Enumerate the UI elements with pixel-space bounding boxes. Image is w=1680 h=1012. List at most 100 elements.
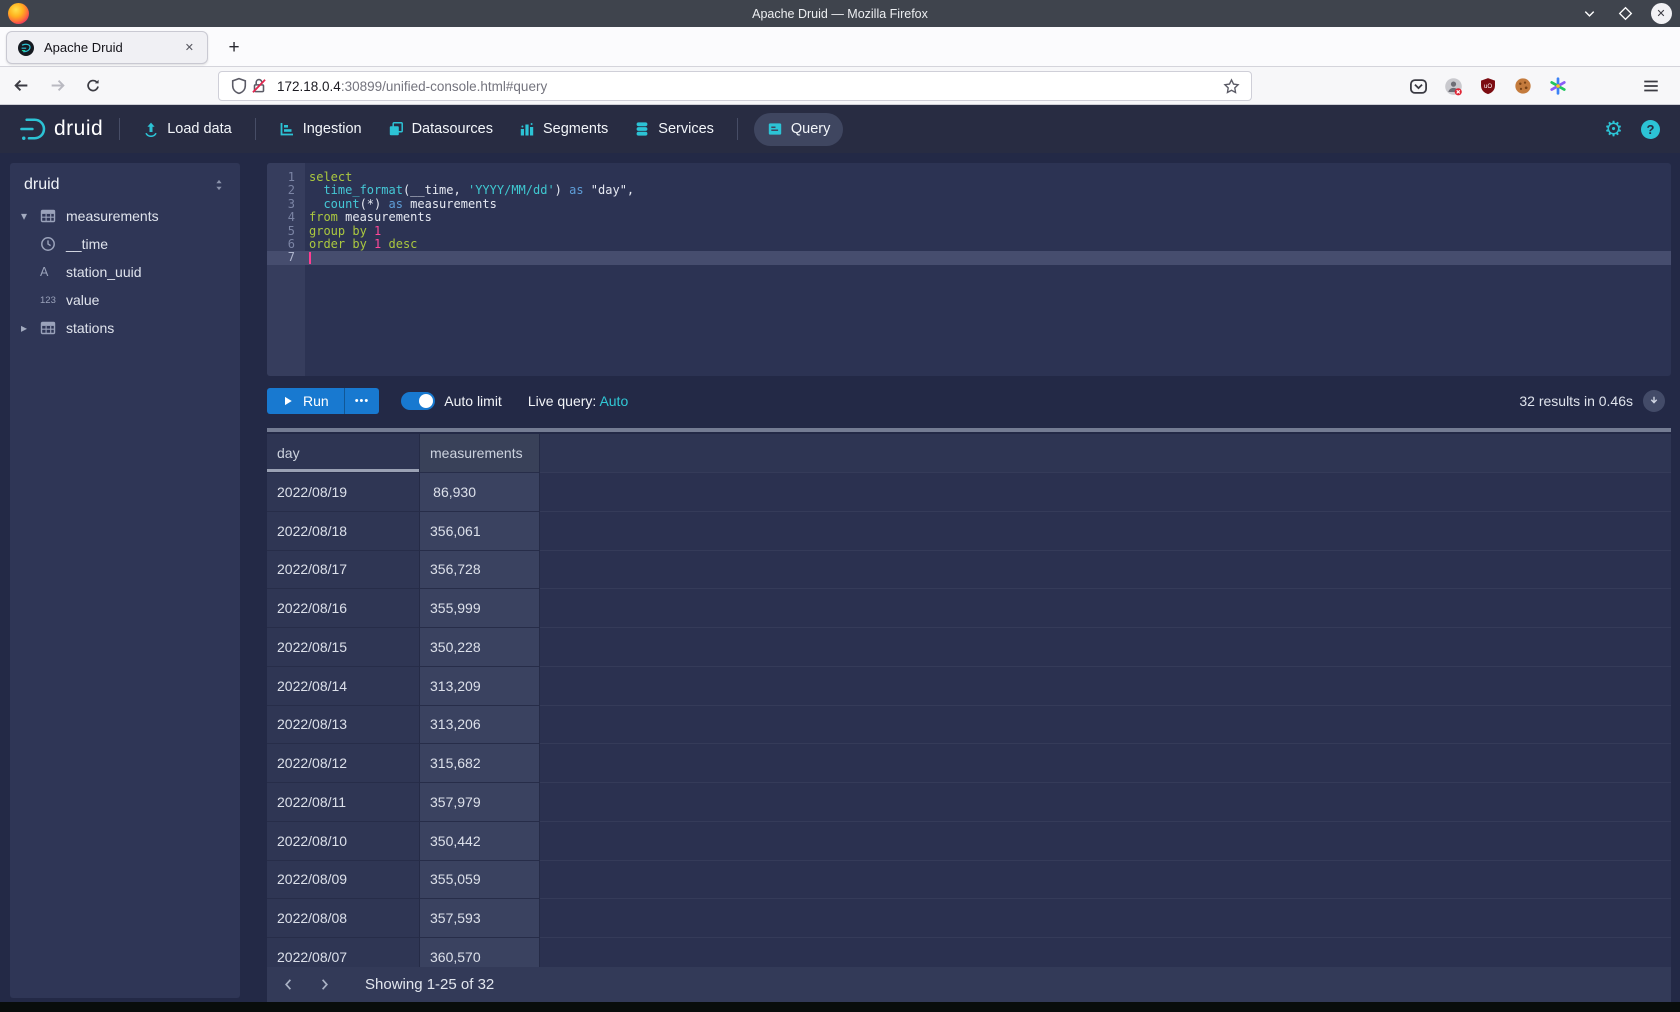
window-maximize-icon[interactable] — [1614, 3, 1636, 25]
code-line: order by 1 desc — [305, 238, 1671, 251]
url-bar[interactable]: 172.18.0.4:30899/unified-console.html#qu… — [218, 71, 1252, 101]
cell-measurements[interactable]: 356,728 — [420, 551, 540, 590]
forward-icon[interactable] — [42, 71, 72, 101]
browser-titlebar: Apache Druid — Mozilla Firefox ✕ — [0, 0, 1680, 27]
double-caret-icon[interactable] — [212, 178, 226, 192]
browser-tab[interactable]: Apache Druid ✕ — [6, 31, 208, 64]
download-icon[interactable] — [1643, 390, 1665, 412]
back-icon[interactable] — [6, 71, 36, 101]
chevron-down-icon[interactable]: ▾ — [21, 209, 40, 223]
prev-page-icon[interactable] — [273, 970, 303, 1000]
nav-item-label: Load data — [167, 121, 232, 137]
table-row: 2022/08/08357,593 — [267, 899, 1671, 938]
sql-editor[interactable]: 1234567 select time_format(__time, 'YYYY… — [267, 163, 1671, 376]
cell-day[interactable]: 2022/08/10 — [267, 822, 420, 861]
sparkle-icon[interactable] — [1548, 76, 1568, 96]
cell-measurements[interactable]: 357,593 — [420, 899, 540, 938]
tab-close-icon[interactable]: ✕ — [181, 39, 198, 56]
insecure-lock-icon[interactable] — [249, 76, 269, 96]
run-button[interactable]: Run — [267, 388, 344, 414]
cell-day[interactable]: 2022/08/07 — [267, 938, 420, 967]
nav-items: Load data Ingestion Datasources Segments Ser… — [109, 105, 849, 153]
play-icon — [282, 395, 294, 407]
cell-day[interactable]: 2022/08/16 — [267, 589, 420, 628]
cell-measurements[interactable]: 350,442 — [420, 822, 540, 861]
cell-day[interactable]: 2022/08/17 — [267, 551, 420, 590]
shield-icon[interactable] — [229, 76, 249, 96]
table-row: 2022/08/09355,059 — [267, 861, 1671, 900]
window-close-icon[interactable]: ✕ — [1650, 3, 1672, 25]
cell-measurements[interactable]: 355,059 — [420, 861, 540, 900]
schema-tree: ▾ measurements __timeAstation_uuid123value… — [10, 202, 240, 342]
nav-item-ingestion[interactable]: Ingestion — [266, 105, 375, 153]
ublock-icon[interactable]: uO — [1478, 76, 1498, 96]
nav-item-load-data[interactable]: Load data — [130, 105, 245, 153]
help-icon[interactable]: ? — [1641, 120, 1660, 139]
cell-measurements[interactable]: 360,570 — [420, 938, 540, 967]
cell-measurements[interactable]: 315,682 — [420, 744, 540, 783]
cell-day[interactable]: 2022/08/13 — [267, 706, 420, 745]
results-table: daymeasurements2022/08/1986,9302022/08/1… — [267, 434, 1671, 967]
cookie-icon[interactable] — [1513, 76, 1533, 96]
reload-icon[interactable] — [78, 71, 108, 101]
cell-day[interactable]: 2022/08/11 — [267, 783, 420, 822]
cell-day[interactable]: 2022/08/09 — [267, 861, 420, 900]
nav-item-label: Datasources — [412, 121, 493, 137]
live-query-label[interactable]: Live query: Auto — [528, 393, 628, 409]
cell-measurements[interactable]: 86,930 — [420, 473, 540, 512]
druid-brand[interactable]: druid — [12, 114, 109, 144]
druid-favicon-icon — [16, 38, 36, 58]
upload-icon — [143, 121, 159, 137]
cell-measurements[interactable]: 313,209 — [420, 667, 540, 706]
code-line: group by 1 — [305, 225, 1671, 238]
druid-brand-text: druid — [54, 117, 103, 141]
cell-day[interactable]: 2022/08/15 — [267, 628, 420, 667]
nav-item-label: Services — [658, 121, 714, 137]
schema-header: druid — [10, 163, 240, 202]
text-cursor — [309, 252, 311, 264]
sidebar-item-value[interactable]: 123value — [10, 286, 240, 314]
cell-measurements[interactable]: 350,228 — [420, 628, 540, 667]
nav-item-services[interactable]: Services — [621, 105, 727, 153]
auto-limit-toggle[interactable] — [401, 392, 435, 410]
bookmark-star-icon[interactable] — [1221, 76, 1241, 96]
pocket-icon[interactable] — [1408, 76, 1428, 96]
cell-day[interactable]: 2022/08/14 — [267, 667, 420, 706]
cell-day[interactable]: 2022/08/08 — [267, 899, 420, 938]
sidebar-item-stations[interactable]: ▸stations — [10, 314, 240, 342]
table-row: 2022/08/16355,999 — [267, 589, 1671, 628]
run-more-button[interactable]: ••• — [344, 388, 380, 414]
chevron-right-icon[interactable]: ▸ — [21, 321, 40, 335]
cell-measurements[interactable]: 313,206 — [420, 706, 540, 745]
cell-filler — [540, 589, 1671, 628]
cell-day[interactable]: 2022/08/12 — [267, 744, 420, 783]
next-page-icon[interactable] — [309, 970, 339, 1000]
extension-icons: uO — [1408, 67, 1568, 105]
cell-day[interactable]: 2022/08/18 — [267, 512, 420, 551]
sidebar-item-measurements[interactable]: ▾ measurements — [10, 202, 240, 230]
window-chevron-down-icon[interactable] — [1578, 3, 1600, 25]
cell-day[interactable]: 2022/08/19 — [267, 473, 420, 512]
column-header-measurements[interactable]: measurements — [420, 434, 540, 473]
hamburger-menu-icon[interactable] — [1636, 71, 1666, 101]
new-tab-button[interactable]: + — [220, 35, 248, 61]
cell-measurements[interactable]: 356,061 — [420, 512, 540, 551]
extension-disabled-icon[interactable] — [1443, 76, 1463, 96]
svg-text:uO: uO — [1484, 84, 1492, 90]
line-number: 2 — [267, 184, 305, 197]
nav-item-datasources[interactable]: Datasources — [375, 105, 506, 153]
panel-splitter[interactable] — [267, 428, 1671, 432]
cell-measurements[interactable]: 355,999 — [420, 589, 540, 628]
column-header-day[interactable]: day — [267, 434, 420, 473]
table-row: 2022/08/13313,206 — [267, 706, 1671, 745]
sidebar-item-station_uuid[interactable]: Astation_uuid — [10, 258, 240, 286]
code-line: select — [305, 171, 1671, 184]
settings-gear-icon[interactable]: ⚙ — [1604, 119, 1623, 140]
nav-item-query[interactable]: Query — [754, 113, 844, 146]
line-number: 3 — [267, 198, 305, 211]
schema-sidebar: druid ▾ measurements __timeAstation_uuid12… — [10, 163, 240, 998]
sidebar-item-__time[interactable]: __time — [10, 230, 240, 258]
tree-label: measurements — [66, 208, 159, 224]
cell-measurements[interactable]: 357,979 — [420, 783, 540, 822]
nav-item-segments[interactable]: Segments — [506, 105, 621, 153]
